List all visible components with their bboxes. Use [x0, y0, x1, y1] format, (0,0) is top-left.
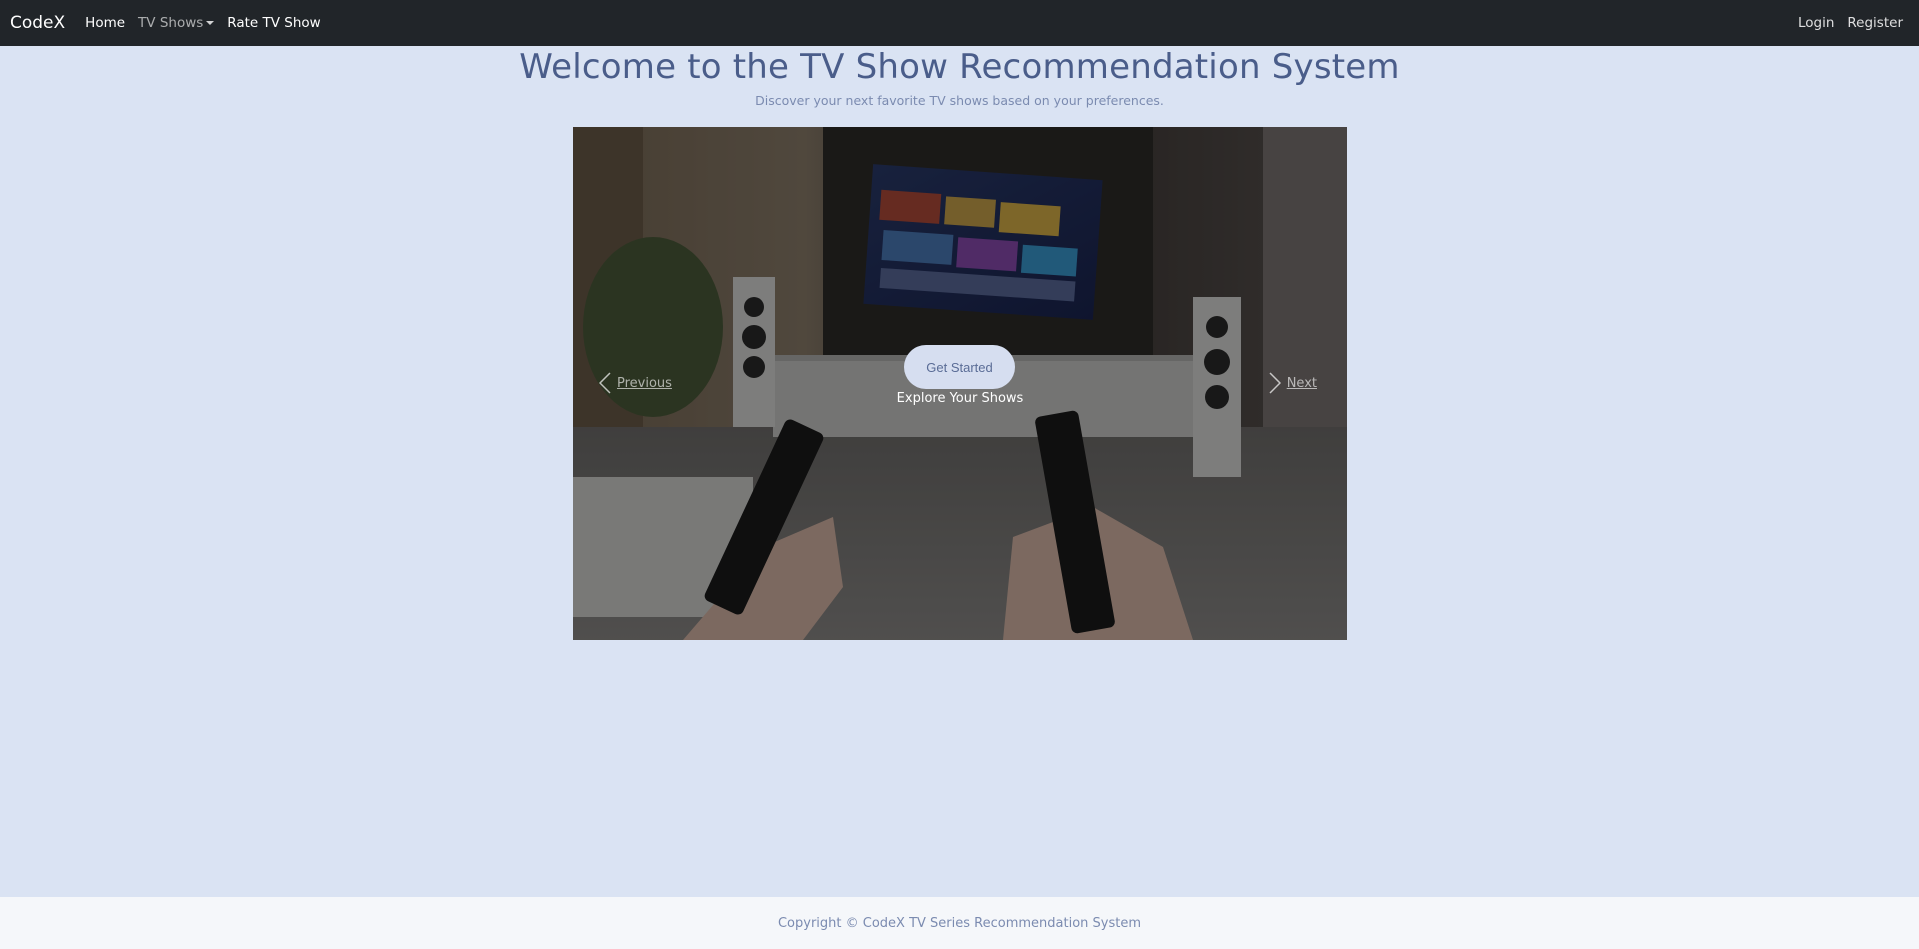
nav-tv-shows-label: TV Shows: [138, 15, 204, 31]
login-link[interactable]: Login: [1798, 15, 1834, 31]
brand-logo[interactable]: CodeX: [10, 13, 65, 33]
page-title: Welcome to the TV Show Recommendation Sy…: [519, 47, 1400, 87]
nav-home-link[interactable]: Home: [85, 15, 125, 31]
hero-carousel: Get Started Explore Your Shows Previous …: [573, 127, 1347, 640]
get-started-button[interactable]: Get Started: [904, 345, 1015, 389]
chevron-left-icon: [599, 372, 611, 394]
carousel-caption: Explore Your Shows: [896, 391, 1024, 406]
carousel-prev-control[interactable]: Previous: [599, 372, 672, 394]
nav-links: Home TV Shows Rate TV Show: [85, 15, 321, 31]
register-link[interactable]: Register: [1847, 15, 1903, 31]
nav-tv-shows-dropdown[interactable]: TV Shows: [138, 15, 215, 31]
footer-copyright: Copyright © CodeX TV Series Recommendati…: [777, 915, 1142, 931]
carousel-next-label: Next: [1286, 375, 1317, 391]
caret-down-icon: [206, 21, 215, 25]
nav-auth-links: Login Register: [1798, 15, 1909, 31]
nav-rate-tv-show-link[interactable]: Rate TV Show: [227, 15, 320, 31]
footer: Copyright © CodeX TV Series Recommendati…: [0, 897, 1919, 949]
navbar: CodeX Home TV Shows Rate TV Show Login R…: [0, 0, 1919, 46]
chevron-right-icon: [1269, 372, 1281, 394]
carousel-next-control[interactable]: Next: [1269, 372, 1317, 394]
page-subtitle: Discover your next favorite TV shows bas…: [755, 93, 1164, 108]
carousel-prev-label: Previous: [617, 375, 672, 391]
